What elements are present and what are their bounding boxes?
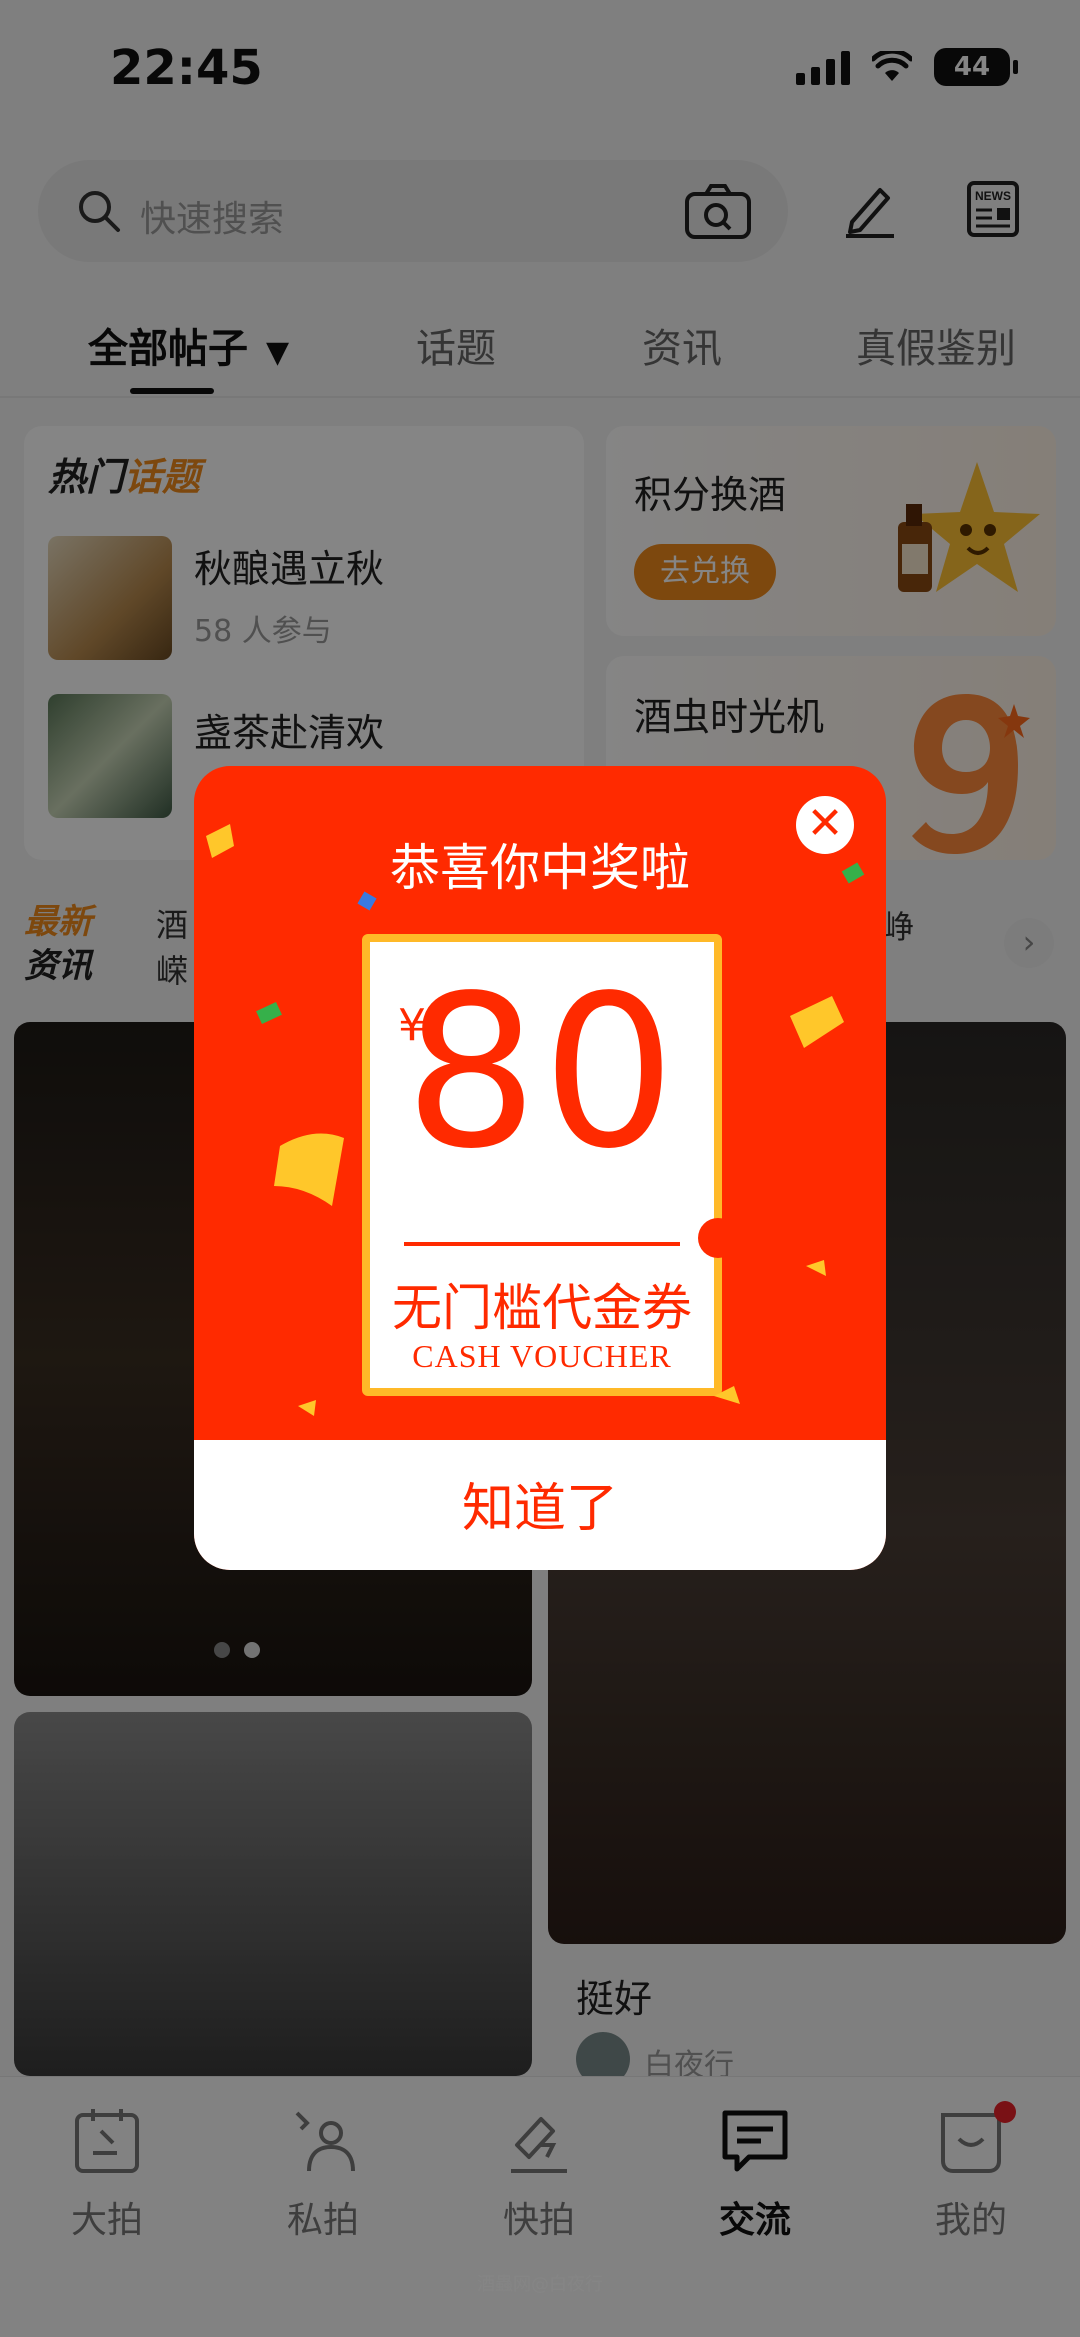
confirm-button[interactable]: 知道了 bbox=[194, 1466, 886, 1541]
confetti-decoration bbox=[206, 824, 865, 1416]
prize-modal: 恭喜你中奖啦 ✕ 80 ¥ 无门槛代金券 CASH VOUCHER 知道了 bbox=[194, 766, 886, 1570]
